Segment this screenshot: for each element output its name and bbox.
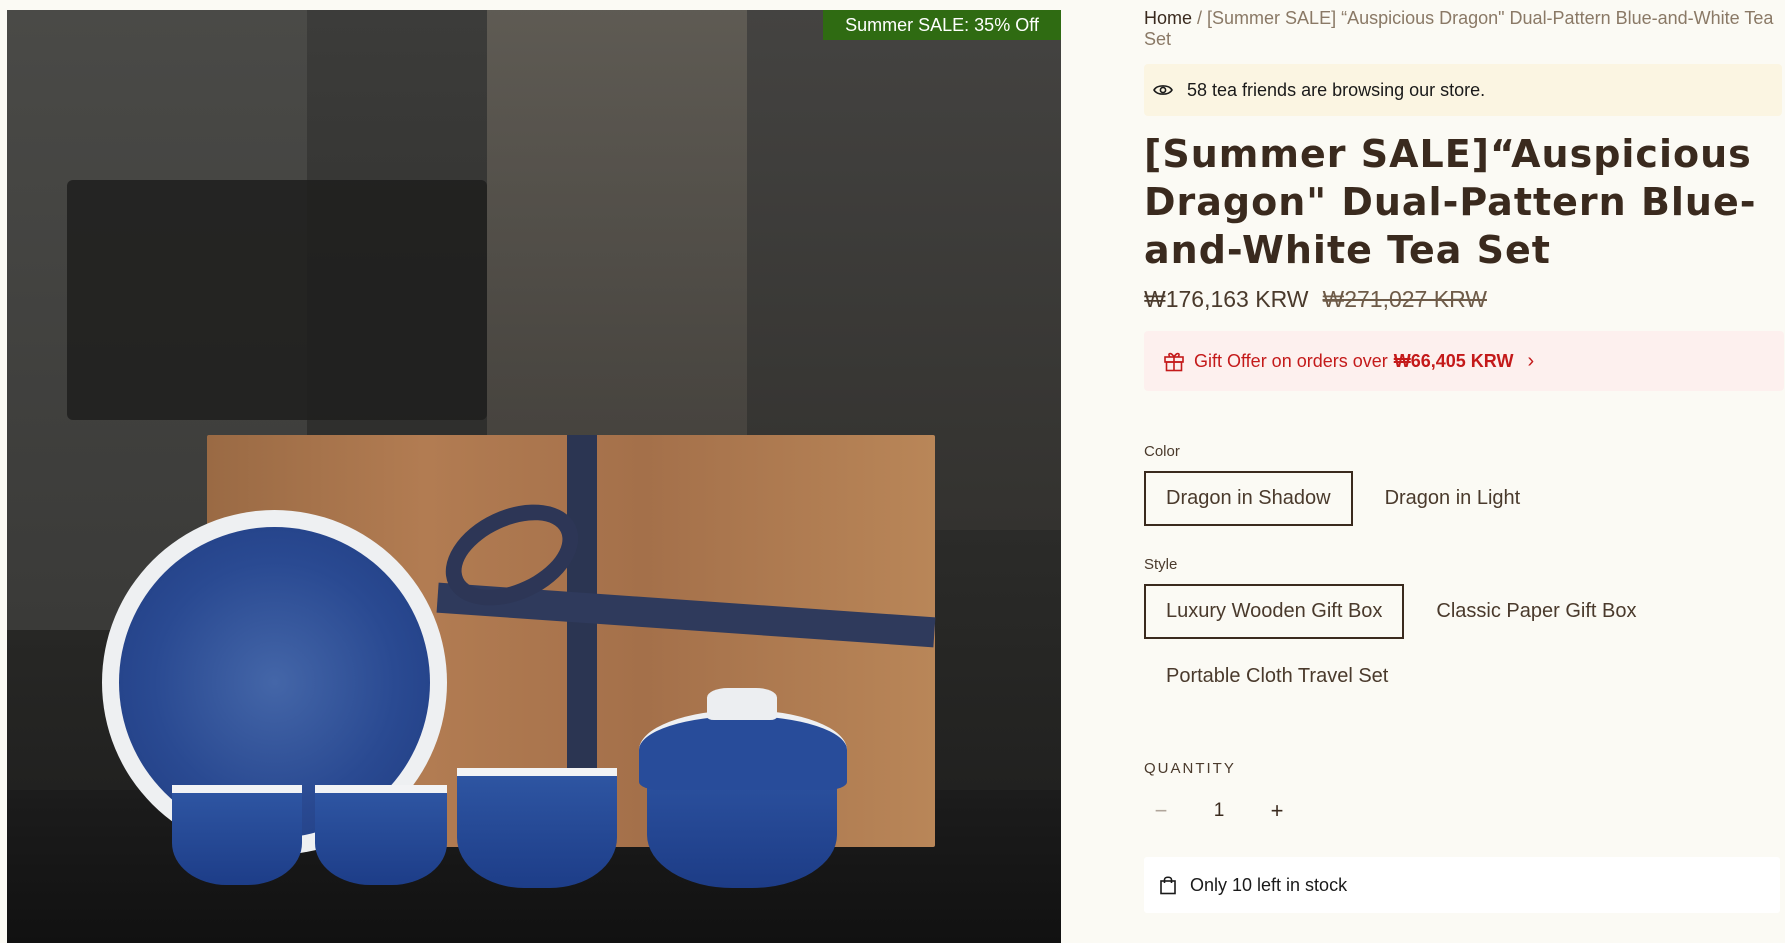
background-shelf [67, 180, 487, 420]
compare-price: ₩271,027 KRW [1322, 286, 1487, 312]
gift-offer-amount: ₩66,405 KRW [1393, 350, 1514, 371]
product-title: [Summer SALE]“Auspicious Dragon" Dual-Pa… [1144, 132, 1757, 272]
sale-badge: Summer SALE: 35% Off [823, 10, 1061, 40]
style-option-classic-paper-gift-box[interactable]: Classic Paper Gift Box [1414, 584, 1658, 639]
gaiwan-lid [639, 710, 847, 790]
tea-cup [315, 785, 447, 885]
shopping-bag-icon [1160, 876, 1176, 895]
gaiwan-knob [707, 688, 777, 720]
tea-cup [457, 768, 617, 888]
product-info: Home / [Summer SALE] “Auspicious Dragon"… [1144, 8, 1784, 913]
breadcrumb-current: [Summer SALE] “Auspicious Dragon" Dual-P… [1144, 8, 1774, 49]
quantity-stepper: − 1 + [1144, 791, 1784, 831]
quantity-input[interactable]: 1 [1178, 800, 1260, 822]
gift-icon [1164, 352, 1184, 372]
color-label: Color [1144, 443, 1180, 460]
gift-offer-banner[interactable]: Gift Offer on orders over ₩66,405 KRW › [1144, 331, 1784, 391]
breadcrumb: Home / [Summer SALE] “Auspicious Dragon"… [1144, 8, 1780, 50]
sale-price: ₩176,163 KRW [1144, 286, 1309, 312]
eye-icon [1153, 85, 1173, 95]
style-option-portable-cloth-travel-set[interactable]: Portable Cloth Travel Set [1144, 649, 1410, 704]
browsing-notice: 58 tea friends are browsing our store. [1144, 64, 1782, 116]
quantity-label: QUANTITY [1144, 760, 1236, 777]
chevron-right-icon: › [1527, 349, 1535, 372]
breadcrumb-home-link[interactable]: Home [1144, 8, 1192, 28]
style-option-luxury-wooden-gift-box[interactable]: Luxury Wooden Gift Box [1144, 584, 1405, 639]
background-scroll [487, 10, 747, 440]
color-option-dragon-in-shadow[interactable]: Dragon in Shadow [1144, 471, 1353, 526]
style-label: Style [1144, 556, 1178, 573]
quantity-increase-button[interactable]: + [1260, 798, 1294, 824]
color-option-dragon-in-light[interactable]: Dragon in Light [1363, 471, 1543, 526]
stock-text: Only 10 left in stock [1190, 874, 1348, 895]
product-image[interactable] [7, 10, 1061, 943]
color-options: Dragon in Shadow Dragon in Light [1144, 471, 1784, 526]
browsing-text: 58 tea friends are browsing our store. [1187, 79, 1486, 100]
stock-notice: Only 10 left in stock [1144, 857, 1780, 913]
style-options: Luxury Wooden Gift Box Classic Paper Gif… [1144, 584, 1784, 704]
price-block: ₩176,163 KRW ₩271,027 KRW [1144, 286, 1784, 313]
tea-cup [172, 785, 302, 885]
gift-offer-text: Gift Offer on orders over [1194, 350, 1388, 371]
quantity-decrease-button[interactable]: − [1144, 798, 1178, 824]
breadcrumb-separator: / [1192, 8, 1208, 28]
